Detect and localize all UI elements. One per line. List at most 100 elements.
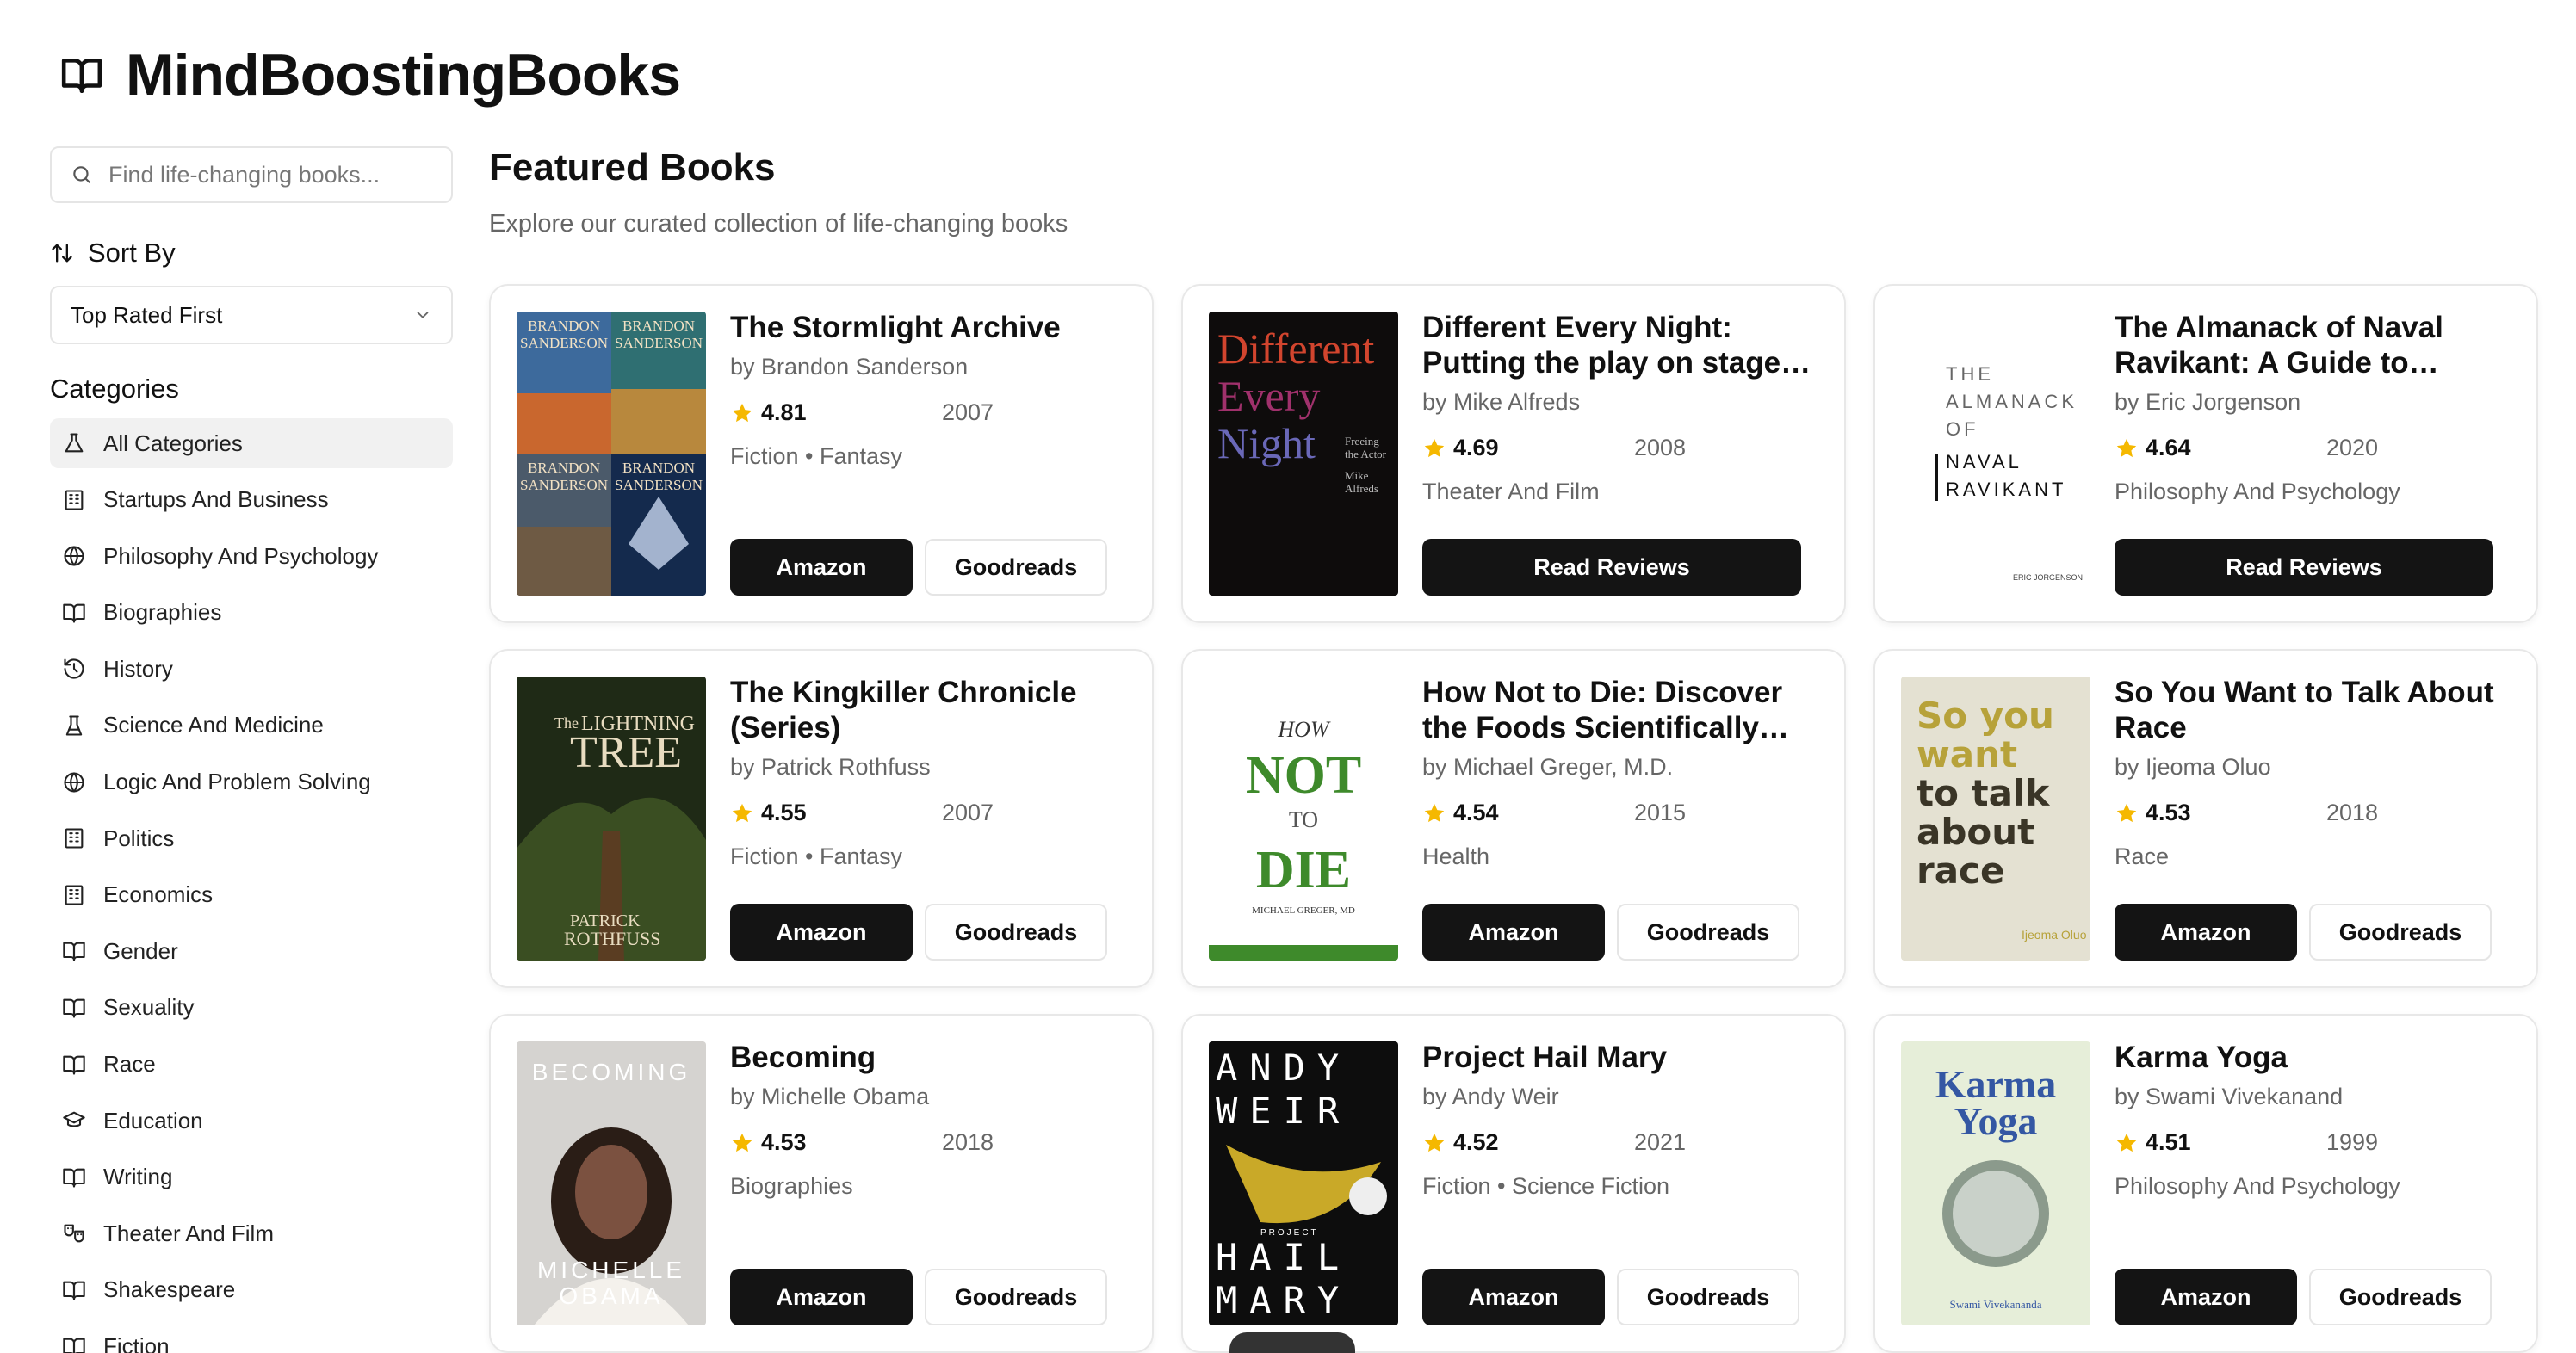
book-cover[interactable]: Different Every Night Freeing the Actor Mike A…	[1209, 312, 1398, 596]
book-card[interactable]: ANDY WEIR HAIL MARY PROJECT Project Hail Mary…	[1181, 1014, 1846, 1353]
category-item-gender[interactable]: Gender	[50, 926, 453, 976]
read-reviews-button[interactable]: Read Reviews	[1422, 539, 1801, 596]
book-cover[interactable]: BRANDON SANDERSON BRANDON SANDERSON BRANDON S…	[517, 312, 706, 596]
book-cover[interactable]: HOW NOT TO DIE MICHAEL GREGER, MD	[1209, 676, 1398, 961]
star-icon	[732, 803, 752, 822]
svg-text:Alfreds: Alfreds	[1345, 482, 1378, 495]
goodreads-button[interactable]: Goodreads	[2309, 904, 2492, 961]
category-item-all-categories[interactable]: All Categories	[50, 418, 453, 468]
book-genre: Theater And Film	[1422, 479, 1600, 504]
book-title: The Kingkiller Chronicle (Series)	[730, 676, 1077, 744]
book-meta: 4.55 2007	[730, 800, 1126, 826]
category-item-writing[interactable]: Writing	[50, 1152, 453, 1202]
category-item-race[interactable]: Race	[50, 1040, 453, 1090]
page-title: Featured Books	[489, 146, 776, 188]
floating-toolbar[interactable]	[1229, 1332, 1355, 1353]
star-icon	[732, 1133, 752, 1152]
book-open-icon	[63, 1338, 85, 1353]
book-card[interactable]: Different Every Night Freeing the Actor Mike A…	[1181, 284, 1846, 623]
book-author: by Patrick Rothfuss	[730, 754, 931, 780]
category-label: History	[103, 655, 173, 682]
book-author: by Andy Weir	[1422, 1084, 1559, 1109]
svg-text:SANDERSON: SANDERSON	[615, 477, 703, 493]
svg-text:ALMANACK: ALMANACK	[1946, 391, 2078, 412]
book-open-icon	[63, 1168, 85, 1188]
amazon-button[interactable]: Amazon	[1422, 1269, 1605, 1325]
amazon-button[interactable]: Amazon	[2115, 1269, 2297, 1325]
svg-text:Ijeoma Oluo: Ijeoma Oluo	[2022, 928, 2087, 942]
svg-text:WEIR: WEIR	[1216, 1090, 1351, 1132]
goodreads-button[interactable]: Goodreads	[925, 539, 1107, 596]
book-genre: Philosophy And Psychology	[2115, 1173, 2400, 1199]
category-item-education[interactable]: Education	[50, 1096, 453, 1146]
svg-text:MICHAEL GREGER, MD: MICHAEL GREGER, MD	[1252, 905, 1355, 916]
svg-text:BRANDON: BRANDON	[528, 318, 600, 334]
book-meta: 4.51 1999	[2115, 1129, 2511, 1156]
goodreads-button[interactable]: Goodreads	[2309, 1269, 2492, 1325]
amazon-button[interactable]: Amazon	[2115, 904, 2297, 961]
goodreads-button[interactable]: Goodreads	[925, 1269, 1107, 1325]
svg-text:ANDY: ANDY	[1216, 1047, 1351, 1089]
svg-text:SANDERSON: SANDERSON	[615, 335, 703, 351]
search-input[interactable]	[108, 161, 432, 188]
book-rating: 4.69	[1453, 435, 1499, 460]
book-card[interactable]: The LIGHTNING TREE PATRICK ROTHFUSS The Kingk…	[489, 649, 1154, 988]
history-icon	[64, 658, 84, 679]
book-open-icon	[63, 942, 85, 961]
sidebar: Sort By Top Rated First Categories All C…	[50, 146, 453, 1353]
book-cover[interactable]: THE ALMANACK OF NAVAL RAVIKANT ERIC JORGENSON	[1901, 312, 2090, 596]
svg-text:HOW: HOW	[1277, 717, 1331, 742]
category-item-theater-and-film[interactable]: Theater And Film	[50, 1208, 453, 1258]
book-cover[interactable]: ANDY WEIR HAIL MARY PROJECT	[1209, 1041, 1398, 1325]
svg-text:OF: OF	[1946, 418, 1979, 440]
search-box[interactable]	[50, 146, 453, 203]
star-icon	[2116, 1133, 2137, 1152]
goodreads-button[interactable]: Goodreads	[1617, 1269, 1799, 1325]
book-year: 1999	[2326, 1129, 2379, 1155]
category-item-economics[interactable]: Economics	[50, 870, 453, 920]
amazon-button[interactable]: Amazon	[730, 539, 913, 596]
book-actions: Amazon Goodreads	[730, 904, 1107, 961]
goodreads-button[interactable]: Goodreads	[1617, 904, 1799, 961]
book-title: So You Want to Talk About Race	[2115, 676, 2494, 744]
book-card[interactable]: Karma Yoga Swami Vivekananda Karma Yoga by S…	[1873, 1014, 2538, 1353]
book-cover[interactable]: The LIGHTNING TREE PATRICK ROTHFUSS	[517, 676, 706, 961]
category-item-biographies[interactable]: Biographies	[50, 588, 453, 638]
category-item-politics[interactable]: Politics	[50, 813, 453, 863]
svg-text:about: about	[1917, 811, 2034, 853]
category-item-history[interactable]: History	[50, 644, 453, 694]
category-item-philosophy-and-psychology[interactable]: Philosophy And Psychology	[50, 531, 453, 581]
category-item-shakespeare[interactable]: Shakespeare	[50, 1265, 453, 1315]
amazon-button[interactable]: Amazon	[1422, 904, 1605, 961]
book-card[interactable]: HOW NOT TO DIE MICHAEL GREGER, MD How Not to …	[1181, 649, 1846, 988]
book-card[interactable]: BRANDON SANDERSON BRANDON SANDERSON BRANDON S…	[489, 284, 1154, 623]
book-card[interactable]: THE ALMANACK OF NAVAL RAVIKANT ERIC JORGENSON…	[1873, 284, 2538, 623]
goodreads-button[interactable]: Goodreads	[925, 904, 1107, 961]
search-icon	[73, 166, 90, 183]
amazon-button[interactable]: Amazon	[730, 904, 913, 961]
category-item-startups-and-business[interactable]: Startups And Business	[50, 475, 453, 525]
sort-label-text: Sort By	[88, 238, 176, 268]
star-icon	[732, 403, 752, 422]
category-item-logic-and-problem-solving[interactable]: Logic And Problem Solving	[50, 757, 453, 807]
page-subtitle: Explore our curated collection of life-c…	[489, 210, 1068, 238]
category-item-fiction[interactable]: Fiction	[50, 1322, 453, 1353]
book-title: Karma Yoga	[2115, 1041, 2288, 1074]
book-open-icon	[63, 603, 85, 623]
amazon-button[interactable]: Amazon	[730, 1269, 913, 1325]
svg-text:MARY: MARY	[1216, 1279, 1351, 1321]
svg-text:OBAMA: OBAMA	[559, 1282, 663, 1309]
book-card[interactable]: BECOMING MICHELLE OBAMA Becoming by Michelle…	[489, 1014, 1154, 1353]
book-rating: 4.55	[761, 800, 807, 825]
book-cover[interactable]: Karma Yoga Swami Vivekananda	[1901, 1041, 2090, 1325]
book-cover[interactable]: So you want to talk about race Ijeoma Oluo	[1901, 676, 2090, 961]
book-author: by Brandon Sanderson	[730, 354, 969, 380]
category-item-sexuality[interactable]: Sexuality	[50, 983, 453, 1033]
book-actions: Amazon Goodreads	[2115, 904, 2492, 961]
category-item-science-and-medicine[interactable]: Science And Medicine	[50, 701, 453, 751]
sort-select[interactable]: Top Rated First	[50, 286, 453, 344]
read-reviews-button[interactable]: Read Reviews	[2115, 539, 2493, 596]
book-card[interactable]: So you want to talk about race Ijeoma Oluo So …	[1873, 649, 2538, 988]
book-actions: Amazon Goodreads	[730, 1269, 1107, 1325]
book-cover[interactable]: BECOMING MICHELLE OBAMA	[517, 1041, 706, 1325]
